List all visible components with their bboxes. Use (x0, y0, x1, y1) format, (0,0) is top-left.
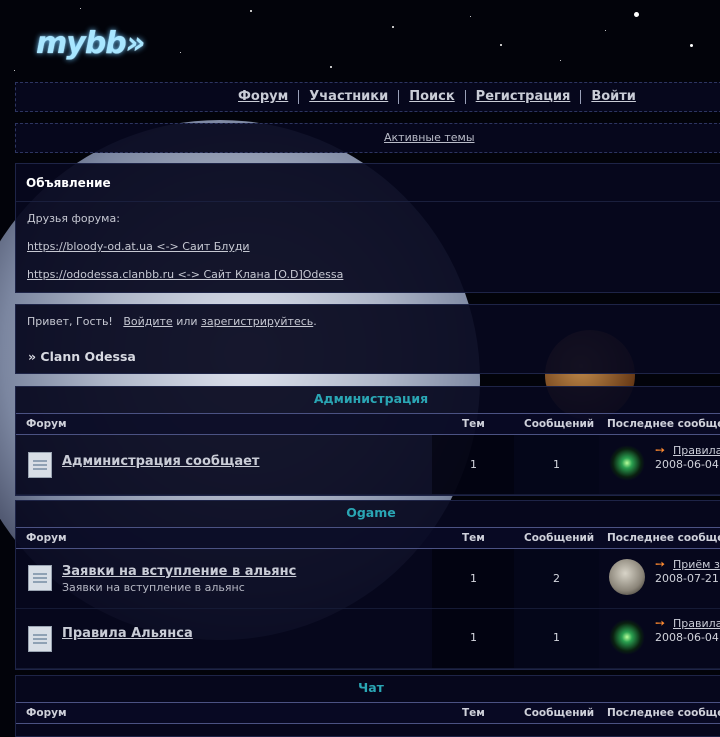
friend-link-ododessa[interactable]: https://ododessa.clanbb.ru <-> Сайт Клан… (27, 268, 343, 281)
col-topics: Тем (462, 418, 485, 430)
topics-count: 1 (470, 631, 477, 644)
topics-count: 1 (470, 458, 477, 471)
or-text: или (176, 315, 198, 328)
category-title[interactable]: Ogame (16, 501, 720, 528)
forum-icon (28, 626, 52, 652)
avatar[interactable] (609, 559, 645, 595)
register-link[interactable]: зарегистрируйтесь (201, 315, 313, 328)
forum-name-link[interactable]: Правила Альянса (62, 626, 193, 641)
last-post-link[interactable]: Правила (673, 444, 720, 457)
forum-name-link[interactable]: Заявки на вступление в альянс (62, 564, 296, 579)
col-topics: Тем (462, 707, 485, 719)
posts-count: 1 (553, 631, 560, 644)
category-title[interactable]: Чат (16, 676, 720, 703)
last-post-date: 2008-07-21 (655, 572, 719, 585)
mybb-logo[interactable]: mybb» (36, 26, 145, 61)
greeting-text: Привет, Гость! (27, 315, 113, 328)
last-post-link[interactable]: Приём з (673, 558, 720, 571)
topics-count: 1 (470, 572, 477, 585)
forum-row: Заявки на вступление в альянс Заявки на … (16, 549, 720, 609)
forum-row: Правила Альянса 1 1 ➙ Правила 2008-06-04 (16, 609, 720, 669)
announcement-title: Объявление (26, 176, 111, 190)
posts-count: 1 (553, 458, 560, 471)
nav-link-login[interactable]: Войти (591, 89, 636, 104)
login-link[interactable]: Войдите (123, 315, 172, 328)
column-header-row: Форум Тем Сообщений Последнее сообщение (16, 414, 720, 435)
col-posts: Сообщений (524, 418, 595, 430)
arrow-right-icon: ➙ (655, 443, 666, 457)
col-posts: Сообщений (524, 532, 595, 544)
column-header-row: Форум Тем Сообщений Последнее сообщение (16, 703, 720, 724)
avatar[interactable] (609, 619, 645, 655)
nav-link-members[interactable]: Участники (309, 89, 388, 104)
active-topics-link[interactable]: Активные темы (384, 131, 475, 144)
period-text: . (313, 315, 317, 328)
col-last: Последнее сообщение (607, 532, 720, 544)
col-posts: Сообщений (524, 707, 595, 719)
announcement-panel: Объявление Друзья форума: https://bloody… (15, 163, 720, 293)
posts-count: 2 (553, 572, 560, 585)
category-administration: Администрация Форум Тем Сообщений Послед… (15, 386, 720, 496)
arrow-right-icon: ➙ (655, 616, 666, 630)
nav-link-search[interactable]: Поиск (409, 89, 454, 104)
guest-greeting: Привет, Гость! Войдите или зарегистрируй… (27, 315, 317, 328)
nav-item-login[interactable]: Войти (580, 90, 646, 104)
friend-link-bloody[interactable]: https://bloody-od.at.ua <-> Саит Блуди (27, 240, 250, 253)
arrow-right-icon: ➙ (655, 557, 666, 571)
forum-icon (28, 452, 52, 478)
forum-icon (28, 565, 52, 591)
sub-navigation: Активные темы (15, 123, 720, 153)
breadcrumb: » Clann Odessa (28, 349, 136, 364)
forum-name-link[interactable]: Администрация сообщает (62, 454, 259, 469)
nav-link-forum[interactable]: Форум (238, 89, 288, 104)
forum-row: Администрация сообщает 1 1 ➙ Правила 200… (16, 435, 720, 495)
nav-item-register[interactable]: Регистрация (464, 89, 581, 104)
col-forum: Форум (26, 707, 67, 719)
forum-description: Заявки на вступление в альянс (62, 581, 245, 594)
nav-item-members[interactable]: Участники (298, 90, 398, 104)
category-chat: Чат Форум Тем Сообщений Последнее сообще… (15, 675, 720, 737)
avatar[interactable] (609, 445, 645, 481)
last-post-date: 2008-06-04 (655, 458, 719, 471)
category-ogame: Ogame Форум Тем Сообщений Последнее сооб… (15, 500, 720, 670)
nav-item-search[interactable]: Поиск (398, 90, 464, 104)
category-title[interactable]: Администрация (16, 387, 720, 414)
col-topics: Тем (462, 532, 485, 544)
last-post-link[interactable]: Правила (673, 617, 720, 630)
nav-item-forum[interactable]: Форум (228, 90, 298, 104)
col-last: Последнее сообщение (607, 418, 720, 430)
column-header-row: Форум Тем Сообщений Последнее сообщение (16, 528, 720, 549)
welcome-panel: Привет, Гость! Войдите или зарегистрируй… (15, 304, 720, 374)
col-forum: Форум (26, 418, 67, 430)
main-navigation: Форум Участники Поиск Регистрация Войти (15, 82, 720, 112)
col-last: Последнее сообщение (607, 707, 720, 719)
divider (16, 201, 720, 202)
nav-link-register[interactable]: Регистрация (476, 89, 571, 104)
col-forum: Форум (26, 532, 67, 544)
last-post-date: 2008-06-04 (655, 631, 719, 644)
friends-label: Друзья форума: (27, 212, 120, 225)
